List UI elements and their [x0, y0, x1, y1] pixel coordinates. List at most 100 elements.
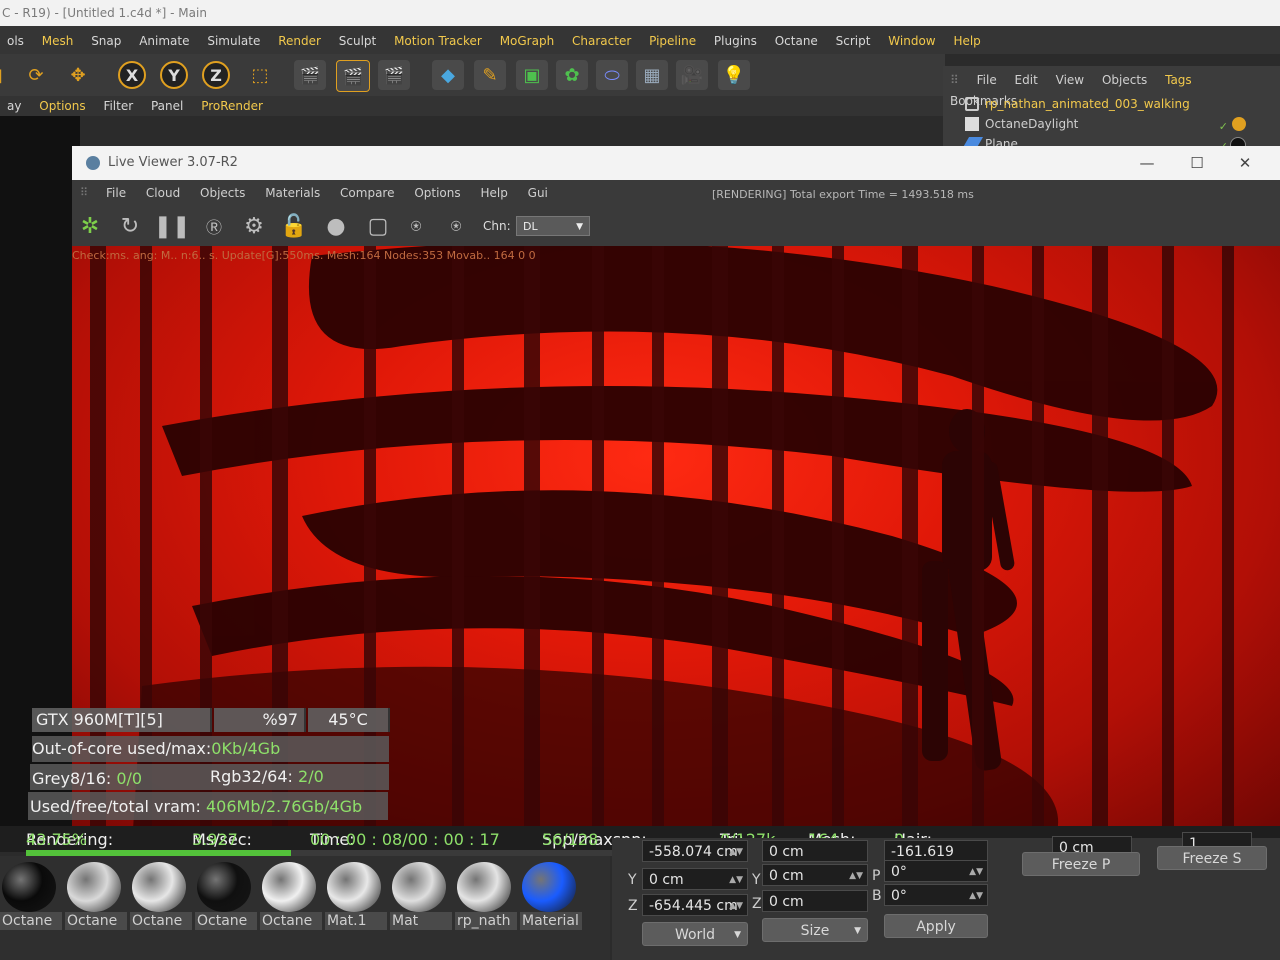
objmgr-menu-file[interactable]: File — [970, 66, 1004, 87]
menu-item-pipeline[interactable]: Pipeline — [642, 26, 703, 48]
material-thumbnail[interactable]: Octane — [65, 860, 127, 930]
lv-menu-file[interactable]: File — [98, 180, 134, 200]
menu-item-snap[interactable]: Snap — [84, 26, 128, 48]
x-axis-button[interactable]: X — [118, 61, 146, 89]
x-size-field[interactable]: 0 cm — [762, 840, 868, 862]
lv-menu-cloud[interactable]: Cloud — [138, 180, 188, 200]
z-position-field[interactable]: -654.445 cm ▲▼ — [642, 894, 748, 916]
camera-icon[interactable]: 🎥 — [676, 60, 708, 90]
freeze-p-button[interactable]: Freeze P — [1022, 852, 1140, 876]
objmgr-menu-tags[interactable]: Tags — [1158, 66, 1199, 87]
region-select-icon[interactable]: ▢ — [362, 210, 394, 242]
menu-item-animate[interactable]: Animate — [132, 26, 196, 48]
deformer-icon[interactable]: ⬭ — [596, 60, 628, 90]
material-thumbnail[interactable]: Material — [520, 860, 582, 930]
channel-dropdown[interactable]: DL ▼ — [516, 216, 590, 236]
region-render-icon[interactable]: Ⓡ — [198, 210, 230, 242]
octane-app-icon — [86, 156, 100, 170]
move-tool-icon[interactable]: ▮ — [0, 60, 14, 90]
stepper-icon: ▲▼ — [849, 871, 863, 881]
restart-render-icon[interactable]: ↻ — [114, 210, 146, 242]
render-view-icon[interactable]: 🎬 — [294, 60, 326, 90]
menu-item-render[interactable]: Render — [271, 26, 328, 48]
floor-icon[interactable]: ▦ — [636, 60, 668, 90]
y-axis-button[interactable]: Y — [160, 61, 188, 89]
b-rotation-field[interactable]: 0° ▲▼ — [884, 884, 988, 906]
coordinate-system-icon[interactable]: ⬚ — [244, 60, 276, 90]
x-size-value: 0 cm — [769, 844, 804, 860]
size-dropdown[interactable]: Size ▼ — [762, 918, 868, 942]
menu-item-motion-tracker[interactable]: Motion Tracker — [387, 26, 489, 48]
object-row[interactable]: rp_nathan_animated_003_walking — [951, 94, 1276, 114]
material-thumbnail[interactable]: Octane — [195, 860, 257, 930]
y-position-field[interactable]: 0 cm ▲▼ — [642, 868, 748, 890]
x-position-field[interactable]: -558.074 cm ▲▼ — [642, 840, 748, 862]
material-ball-icon — [457, 862, 511, 912]
menu-item-character[interactable]: Character — [565, 26, 638, 48]
menu-item-plugins[interactable]: Plugins — [707, 26, 764, 48]
y-size-field[interactable]: 0 cm ▲▼ — [762, 864, 868, 886]
cube-primitive-icon[interactable]: ◆ — [432, 60, 464, 90]
sun-tag-icon[interactable] — [1232, 117, 1246, 131]
size-dropdown-label: Size — [800, 923, 830, 939]
menu-item-octane[interactable]: Octane — [768, 26, 825, 48]
subdivision-icon[interactable]: ▣ — [516, 60, 548, 90]
menu-item-help[interactable]: Help — [946, 26, 987, 48]
freeze-s-button[interactable]: Freeze S — [1157, 846, 1267, 870]
objmgr-menu-objects[interactable]: Objects — [1095, 66, 1154, 87]
material-ball-icon[interactable]: ● — [320, 210, 352, 242]
viewport-menu-filter[interactable]: Filter — [96, 96, 140, 113]
lv-menu-help[interactable]: Help — [472, 180, 515, 200]
lock-icon[interactable]: 🔓 — [278, 210, 310, 242]
focus-picker-icon[interactable]: ⍟ — [400, 210, 432, 242]
menu-item-tools[interactable]: ols — [0, 26, 31, 48]
mograph-cloner-icon[interactable]: ✿ — [556, 60, 588, 90]
material-picker-icon[interactable]: ⍟ — [440, 210, 472, 242]
render-settings-gear-icon[interactable]: ⚙ — [238, 210, 270, 242]
material-thumbnail[interactable]: Octane — [260, 860, 322, 930]
z-size-field[interactable]: 0 cm — [762, 890, 868, 912]
material-thumbnail[interactable]: Mat — [390, 860, 452, 930]
minimize-button[interactable]: — — [1124, 146, 1170, 180]
render-settings-icon[interactable]: 🎬 — [378, 60, 410, 90]
menu-item-sculpt[interactable]: Sculpt — [332, 26, 383, 48]
menu-item-script[interactable]: Script — [829, 26, 878, 48]
object-row[interactable]: OctaneDaylight ✓ — [951, 114, 1276, 134]
lv-menu-compare[interactable]: Compare — [332, 180, 402, 200]
objmgr-menu-edit[interactable]: Edit — [1008, 66, 1045, 87]
world-dropdown[interactable]: World ▼ — [642, 922, 748, 946]
apply-button[interactable]: Apply — [884, 914, 988, 938]
material-thumbnail[interactable]: Mat.1 — [325, 860, 387, 930]
pen-spline-icon[interactable]: ✎ — [474, 60, 506, 90]
light-bulb-icon[interactable]: 💡 — [718, 60, 750, 90]
out-of-core-label: Out-of-core used/max: — [32, 739, 212, 758]
material-thumbnail[interactable]: rp_nath — [455, 860, 517, 930]
menu-item-window[interactable]: Window — [881, 26, 942, 48]
p-rotation-field[interactable]: 0° ▲▼ — [884, 860, 988, 882]
send-scene-icon[interactable]: ✲ — [74, 210, 106, 242]
viewport-menu-prorender[interactable]: ProRender — [194, 96, 270, 113]
grey-value: 0/0 — [116, 769, 143, 788]
menu-item-simulate[interactable]: Simulate — [200, 26, 267, 48]
material-thumbnail[interactable]: Octane — [130, 860, 192, 930]
lv-menu-options[interactable]: Options — [406, 180, 468, 200]
stepper-icon: ▲▼ — [969, 867, 983, 877]
objmgr-menu-view[interactable]: View — [1049, 66, 1091, 87]
close-button[interactable]: ✕ — [1222, 146, 1268, 180]
lv-menu-materials[interactable]: Materials — [257, 180, 328, 200]
h-rotation-field[interactable]: -161.619 — [884, 840, 988, 862]
viewport-menu-options[interactable]: Options — [32, 96, 92, 113]
maximize-button[interactable]: ☐ — [1174, 146, 1220, 180]
menu-item-mograph[interactable]: MoGraph — [493, 26, 562, 48]
move-arrows-icon[interactable]: ✥ — [62, 60, 94, 90]
menu-item-mesh[interactable]: Mesh — [35, 26, 81, 48]
pause-render-icon[interactable]: ❚❚ — [154, 210, 191, 242]
material-thumbnail[interactable]: Octane — [0, 860, 62, 930]
viewport-menu-panel[interactable]: Panel — [144, 96, 190, 113]
rotate-tool-icon[interactable]: ⟳ — [20, 60, 52, 90]
z-axis-button[interactable]: Z — [202, 61, 230, 89]
lv-menu-objects[interactable]: Objects — [192, 180, 253, 200]
render-picture-viewer-icon[interactable]: 🎬 — [336, 60, 370, 92]
lv-menu-gui[interactable]: Gui — [520, 180, 556, 200]
viewport-menu-display[interactable]: ay — [0, 96, 28, 113]
